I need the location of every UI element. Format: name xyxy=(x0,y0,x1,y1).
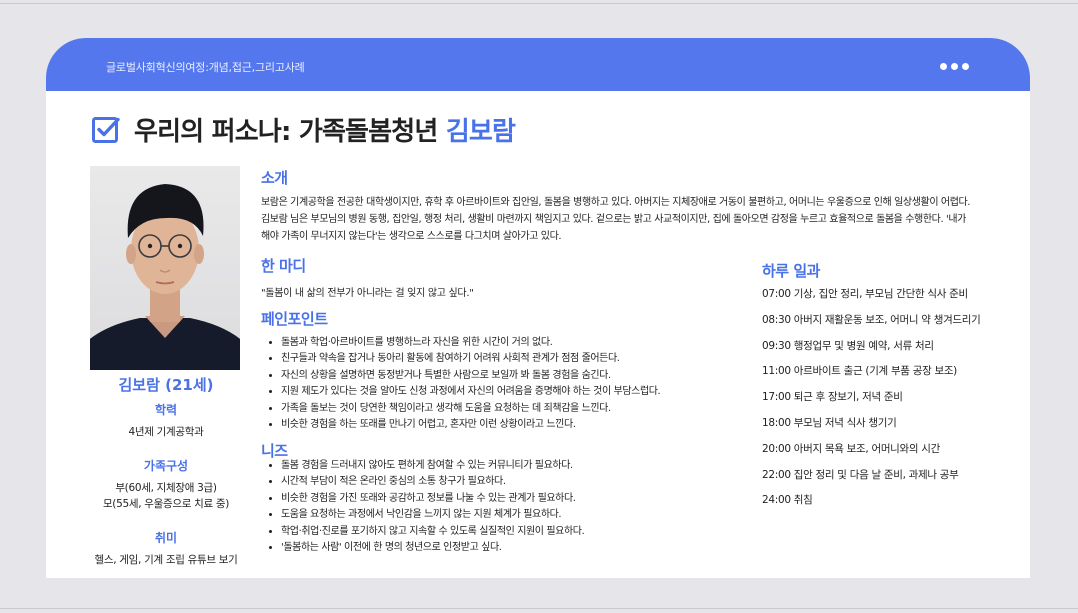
list-item: 가족을 돌보는 것이 당연한 책임이라고 생각해 도움을 요청하는 데 죄책감을… xyxy=(281,401,761,417)
schedule-item: 08:30 아버지 재활운동 보조, 어머니 약 챙겨드리기 xyxy=(762,313,981,326)
dot xyxy=(962,63,969,70)
frame-bottom-line xyxy=(0,608,1078,609)
schedule-list: 07:00 기상, 집안 정리, 부모님 간단한 식사 준비 08:30 아버지… xyxy=(762,286,981,518)
list-item: 도움을 요청하는 과정에서 낙인감을 느끼지 않는 지원 체계가 필요하다. xyxy=(281,507,761,523)
schedule-title: 하루 일과 xyxy=(762,262,820,280)
frame-top-line xyxy=(0,3,1078,4)
list-item: 지원 제도가 있다는 것을 알아도 신청 과정에서 자신의 어려움을 증명해야 … xyxy=(281,384,761,400)
list-item: 자신의 상황을 설명하면 동정받거나 특별한 사람으로 보일까 봐 돌봄 경험을… xyxy=(281,368,761,384)
education-value: 4년제 기계공학과 xyxy=(128,426,204,438)
schedule-item: 09:30 행정업무 및 병원 예약, 서류 처리 xyxy=(762,339,934,352)
list-item: 비슷한 경험을 하는 또래를 만나기 어렵고, 혼자만 이런 상황이라고 느낀다… xyxy=(281,417,761,433)
persona-photo xyxy=(90,166,240,370)
pain-points-title: 페인포인트 xyxy=(261,310,328,328)
schedule-item: 17:00 퇴근 후 장보기, 저녁 준비 xyxy=(762,391,903,404)
persona-card: 우리의 퍼소나: 가족돌봄청년 김보람 김보람 (21세) 학력 4년제 기계공… xyxy=(46,91,1030,578)
hobby-label: 취미 xyxy=(154,531,178,545)
title-row: 우리의 퍼소나: 가족돌봄청년 김보람 xyxy=(91,111,516,148)
hobby-value: 헬스, 게임, 기계 조립 유튜브 보기 xyxy=(94,554,238,566)
list-item: '돌봄하는 사람' 이전에 한 명의 청년으로 인정받고 싶다. xyxy=(281,540,761,556)
schedule-item: 07:00 기상, 집안 정리, 부모님 간단한 식사 준비 xyxy=(762,288,968,300)
profile-name: 김보람 (21세) xyxy=(118,376,214,394)
quote-text: "돌봄이 내 삶의 전부가 아니라는 걸 잊지 않고 싶다." xyxy=(261,288,474,299)
family-label: 가족구성 xyxy=(143,459,189,473)
person-portrait-icon xyxy=(90,184,240,370)
family-mother: 모(55세, 우울증으로 치료 중) xyxy=(102,498,230,510)
page-title: 우리의 퍼소나: 가족돌봄청년 김보람 xyxy=(134,111,516,148)
schedule-item: 20:00 아버지 목욕 보조, 어머니와의 시간 xyxy=(762,442,941,455)
pain-points-list: 돌봄과 학업·아르바이트를 병행하느라 자신을 위한 시간이 거의 없다. 친구… xyxy=(261,335,761,433)
checkbox-checked-icon xyxy=(92,116,120,143)
schedule-item: 11:00 아르바이트 출근 (기계 부품 공장 보조) xyxy=(762,365,957,378)
header-title: 글로벌사회혁신의여정:개념,접근,그리고사례 xyxy=(106,61,305,74)
list-item: 돌봄 경험을 드러내지 않아도 편하게 참여할 수 있는 커뮤니티가 필요하다. xyxy=(281,458,761,474)
list-item: 친구들과 약속을 잡거나 동아리 활동에 참여하기 어려워 사회적 관계가 점점… xyxy=(281,351,761,367)
schedule-item: 18:00 부모님 저녁 식사 챙기기 xyxy=(762,416,897,429)
dot xyxy=(951,63,958,70)
profile-panel: 김보람 (21세) 학력 4년제 기계공학과 가족구성 부(60세, 지체장애 … xyxy=(86,374,246,568)
header-bar: 글로벌사회혁신의여정:개념,접근,그리고사례 xyxy=(46,38,1030,91)
list-item: 돌봄과 학업·아르바이트를 병행하느라 자신을 위한 시간이 거의 없다. xyxy=(281,335,761,351)
page-title-name: 김보람 xyxy=(445,117,516,147)
more-dots-icon[interactable] xyxy=(940,63,969,70)
dot xyxy=(940,63,947,70)
family-value: 부(60세, 지체장애 3급) 모(55세, 우울증으로 치료 중) xyxy=(86,480,246,512)
list-item: 학업·취업·진로를 포기하지 않고 지속할 수 있도록 실질적인 지원이 필요하… xyxy=(281,524,761,540)
list-item: 비슷한 경험을 가진 또래와 공감하고 정보를 나눌 수 있는 관계가 필요하다… xyxy=(281,491,761,507)
needs-list: 돌봄 경험을 드러내지 않아도 편하게 참여할 수 있는 커뮤니티가 필요하다.… xyxy=(261,458,761,556)
intro-title: 소개 xyxy=(261,169,288,187)
schedule-item: 22:00 집안 정리 및 다음 날 준비, 과제나 공부 xyxy=(762,468,959,481)
quote-title: 한 마디 xyxy=(261,257,306,275)
page-title-prefix: 우리의 퍼소나: 가족돌봄청년 xyxy=(134,117,438,147)
list-item: 시간적 부담이 적은 온라인 중심의 소통 창구가 필요하다. xyxy=(281,474,761,490)
family-father: 부(60세, 지체장애 3급) xyxy=(115,482,217,494)
schedule-item: 24:00 취침 xyxy=(762,494,813,507)
intro-text: 보람은 기계공학을 전공한 대학생이지만, 휴학 후 아르바이트와 집안일, 돌… xyxy=(261,197,971,242)
education-label: 학력 xyxy=(154,403,178,417)
